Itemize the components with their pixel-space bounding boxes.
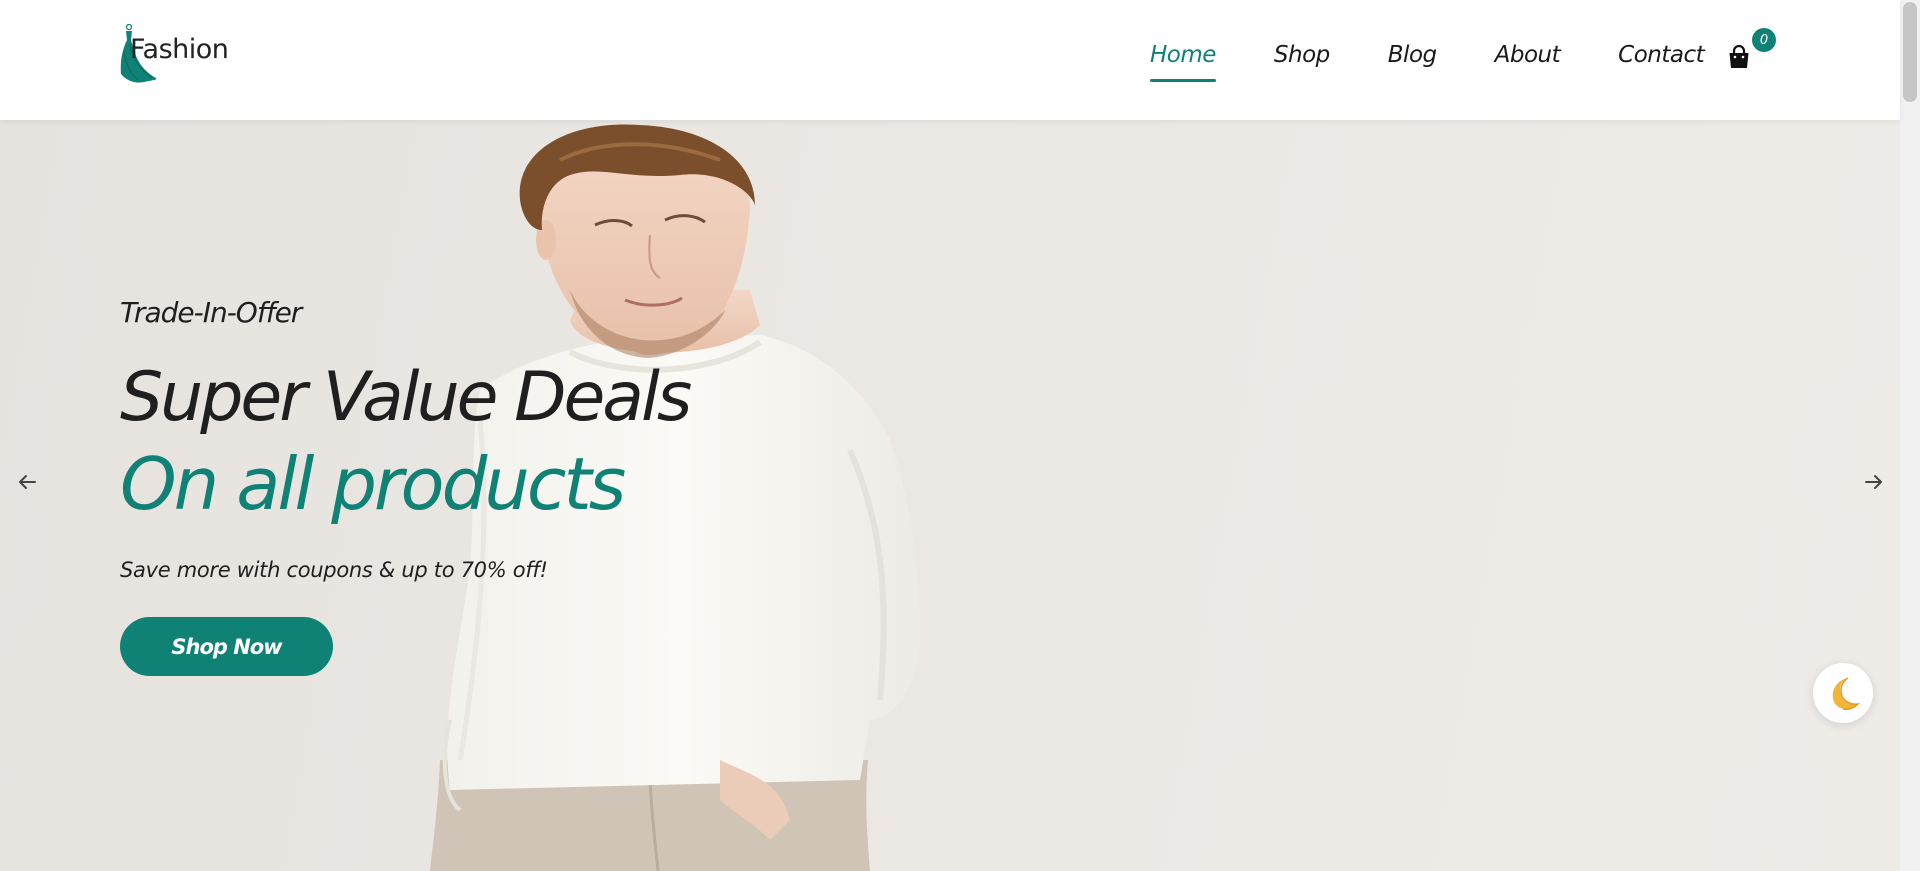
nav-shop[interactable]: Shop <box>1274 42 1330 68</box>
hero-banner: Trade-In-Offer Super Value Deals On all … <box>0 120 1900 871</box>
hero-headline: Super Value Deals <box>120 358 692 437</box>
hero-subheadline: On all products <box>120 442 626 526</box>
hero-eyebrow: Trade-In-Offer <box>120 296 302 329</box>
nav-blog[interactable]: Blog <box>1388 42 1437 68</box>
shopping-bag-icon[interactable] <box>1726 44 1754 72</box>
hero-subtext: Save more with coupons & up to 70% off! <box>120 558 548 582</box>
page-scrollbar[interactable] <box>1900 0 1920 871</box>
main-nav: Home Shop Blog About Contact <box>1150 42 1762 82</box>
arrow-left-icon[interactable] <box>11 466 43 498</box>
nav-contact[interactable]: Contact <box>1618 42 1704 68</box>
shop-now-button[interactable]: Shop Now <box>120 617 333 676</box>
nav-home[interactable]: Home <box>1150 42 1216 82</box>
brand-logo[interactable]: Fashion <box>118 22 229 86</box>
site-header: Fashion Home Shop Blog About Contact 0 <box>0 0 1900 120</box>
theme-toggle-button[interactable] <box>1813 663 1873 723</box>
brand-name: Fashion <box>130 34 229 65</box>
cart-count-badge: 0 <box>1752 28 1776 52</box>
arrow-right-icon[interactable] <box>1858 466 1890 498</box>
nav-about[interactable]: About <box>1495 42 1561 68</box>
scrollbar-thumb[interactable] <box>1903 2 1917 102</box>
moon-icon <box>1832 677 1861 710</box>
